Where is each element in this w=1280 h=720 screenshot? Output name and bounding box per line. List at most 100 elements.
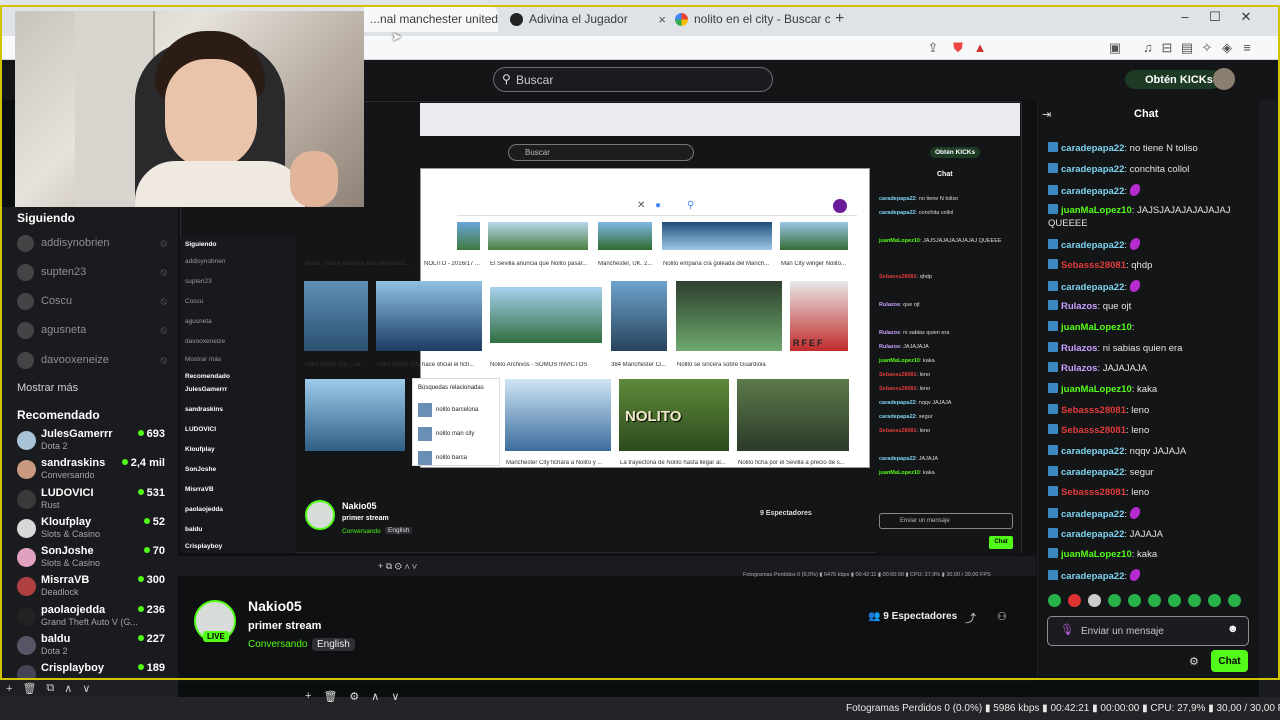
emote-icon[interactable] bbox=[1228, 594, 1241, 607]
chat-username[interactable]: caradepapa22 bbox=[1061, 186, 1124, 197]
emoji-picker-icon[interactable]: ☻ bbox=[1227, 623, 1239, 635]
chat-username[interactable]: caradepapa22 bbox=[1061, 509, 1124, 520]
add-source-icon[interactable]: + bbox=[305, 690, 311, 703]
stream-category[interactable]: Conversando bbox=[248, 639, 307, 650]
bookmarks-icon[interactable]: ⊟ bbox=[1158, 40, 1176, 56]
chat-username[interactable]: caradepapa22 bbox=[1061, 143, 1124, 154]
get-kicks-button[interactable]: Obtén KICKs bbox=[1125, 70, 1221, 89]
emote-icon[interactable] bbox=[1188, 594, 1201, 607]
chat-message: caradepapa22: nqqv JAJAJA bbox=[1048, 445, 1256, 458]
move-down-icon[interactable]: ∨ bbox=[391, 690, 399, 703]
chat-username[interactable]: Sebasss28081 bbox=[1061, 487, 1126, 498]
emote-icon[interactable] bbox=[1208, 594, 1221, 607]
wallet-icon[interactable]: ▤ bbox=[1178, 40, 1196, 56]
chat-username[interactable]: Sebasss28081 bbox=[1061, 425, 1126, 436]
browser-tab-1[interactable]: ...nal manchester united europa × bbox=[362, 6, 498, 32]
search-input[interactable]: Buscar bbox=[493, 67, 773, 92]
add-icon[interactable]: + bbox=[6, 683, 12, 695]
maximize-button[interactable]: ☐ bbox=[1200, 9, 1230, 25]
emote-icon[interactable] bbox=[1148, 594, 1161, 607]
browser-tab-2[interactable]: Adivina el Jugador × bbox=[510, 6, 670, 32]
nested-stream-category: Conversando bbox=[342, 528, 381, 535]
media-icon[interactable]: ♫ bbox=[1139, 40, 1157, 55]
chat-username[interactable]: juanMaLopez10 bbox=[1061, 384, 1132, 395]
share-icon[interactable]: ⤴ bbox=[965, 610, 976, 626]
chat-username[interactable]: caradepapa22 bbox=[1061, 240, 1124, 251]
live-dot-icon bbox=[137, 489, 144, 495]
new-tab-button[interactable]: + bbox=[835, 10, 844, 28]
following-item[interactable]: agusneta ⦸ bbox=[17, 320, 167, 340]
chat-username[interactable]: juanMaLopez10 bbox=[1061, 549, 1132, 560]
follow-icon[interactable]: ⚇ bbox=[997, 610, 1007, 623]
emote-icon[interactable] bbox=[1048, 594, 1061, 607]
following-item[interactable]: addisynobrien ⦸ bbox=[17, 233, 167, 253]
collapse-chat-icon[interactable]: ⇥ bbox=[1042, 108, 1051, 121]
chat-username[interactable]: juanMaLopez10 bbox=[1061, 322, 1132, 333]
chat-settings-icon[interactable]: ⚙ bbox=[1189, 655, 1199, 668]
chat-username[interactable]: Sebasss28081 bbox=[1061, 260, 1126, 271]
emote-icon bbox=[1127, 184, 1142, 196]
recommended-item[interactable]: baldu Dota 2 227 bbox=[17, 633, 165, 659]
chat-username[interactable]: caradepapa22 bbox=[1061, 571, 1124, 582]
chat-message-input[interactable]: Enviar un mensaje bbox=[1047, 616, 1249, 646]
delete-source-icon[interactable]: 🗑 bbox=[323, 690, 337, 703]
vpn-icon[interactable]: ◈ bbox=[1218, 40, 1236, 56]
up-icon[interactable]: ∧ bbox=[64, 682, 72, 695]
minimize-button[interactable]: – bbox=[1170, 9, 1200, 24]
chat-username[interactable]: caradepapa22 bbox=[1061, 467, 1124, 478]
emote-icon[interactable] bbox=[1168, 594, 1181, 607]
sidebar-icon[interactable]: ▣ bbox=[1106, 40, 1124, 56]
show-more-link[interactable]: Mostrar más bbox=[17, 382, 78, 394]
streamer-name[interactable]: Nakio05 bbox=[248, 598, 302, 614]
recommended-item[interactable]: paolaojedda Grand Theft Auto V (G... 236 bbox=[17, 604, 165, 630]
menu-icon[interactable]: ≡ bbox=[1238, 40, 1256, 55]
chat-username[interactable]: caradepapa22 bbox=[1061, 164, 1124, 175]
brave-shield-icon[interactable]: ⛊ bbox=[949, 40, 967, 56]
recommended-item[interactable]: Kloufplay Slots & Casino 52 bbox=[17, 516, 165, 542]
image-caption: 384 Manchester Ci... bbox=[611, 362, 667, 368]
source-settings-icon[interactable]: ⚙ bbox=[349, 690, 359, 703]
badge-icon bbox=[1048, 508, 1058, 518]
close-tab-icon[interactable]: × bbox=[654, 12, 670, 27]
following-item[interactable]: supten23 ⦸ bbox=[17, 262, 167, 282]
recommended-item[interactable]: SonJoshe Slots & Casino 70 bbox=[17, 545, 165, 571]
recommended-item[interactable]: LUDOVICI Rust 531 bbox=[17, 487, 165, 513]
chat-username[interactable]: caradepapa22 bbox=[1061, 446, 1124, 457]
emote-icon[interactable] bbox=[1128, 594, 1141, 607]
share-icon[interactable]: ⇪ bbox=[924, 40, 942, 56]
search-icon: ⚲ bbox=[687, 200, 695, 211]
recommended-item[interactable]: Crisplayboy 189 bbox=[17, 662, 165, 684]
mic-icon[interactable]: 🎙 bbox=[1060, 623, 1074, 636]
emote-icon[interactable] bbox=[1088, 594, 1101, 607]
browser-tab-3[interactable]: nolito en el city - Buscar con Google bbox=[675, 6, 830, 32]
close-window-button[interactable]: ✕ bbox=[1231, 9, 1261, 25]
recommended-item[interactable]: JulesGamerrr Dota 2 693 bbox=[17, 428, 165, 454]
chat-username[interactable]: caradepapa22 bbox=[1061, 282, 1124, 293]
stream-language-tag[interactable]: English bbox=[312, 638, 355, 651]
chat-username[interactable]: juanMaLopez10 bbox=[1061, 205, 1132, 216]
user-avatar[interactable] bbox=[1213, 68, 1235, 90]
filter-icon[interactable]: ⧉ bbox=[46, 682, 54, 695]
rewards-icon[interactable]: ▲ bbox=[971, 40, 989, 55]
nested-chat-text: nqqv JAJAJA bbox=[918, 400, 952, 406]
chat-send-button[interactable]: Chat bbox=[1211, 650, 1248, 672]
down-icon[interactable]: ∨ bbox=[82, 682, 90, 695]
nested-search-placeholder: Buscar bbox=[525, 148, 550, 157]
emote-icon[interactable] bbox=[1108, 594, 1121, 607]
chat-username[interactable]: Rulazos bbox=[1061, 301, 1097, 312]
following-item[interactable]: Coscu ⦸ bbox=[17, 291, 167, 311]
move-up-icon[interactable]: ∧ bbox=[371, 690, 379, 703]
recommended-item[interactable]: sandraskins Conversando 2,4 mil bbox=[17, 457, 165, 483]
avatar bbox=[17, 548, 36, 567]
delete-icon[interactable]: 🗑 bbox=[22, 682, 36, 695]
chat-username[interactable]: Sebasss28081 bbox=[1061, 405, 1126, 416]
chat-username[interactable]: caradepapa22 bbox=[1061, 529, 1124, 540]
right-scrollbar[interactable] bbox=[1259, 100, 1280, 697]
extensions-icon[interactable]: ✧ bbox=[1198, 40, 1216, 56]
related-searches-title: Búsquedas relacionadas bbox=[418, 385, 484, 391]
following-item[interactable]: davooxeneize ⦸ bbox=[17, 350, 167, 370]
chat-username[interactable]: Rulazos bbox=[1061, 363, 1097, 374]
chat-username[interactable]: Rulazos bbox=[1061, 343, 1097, 354]
recommended-item[interactable]: MisrraVB Deadlock 300 bbox=[17, 574, 165, 600]
emote-icon[interactable] bbox=[1068, 594, 1081, 607]
